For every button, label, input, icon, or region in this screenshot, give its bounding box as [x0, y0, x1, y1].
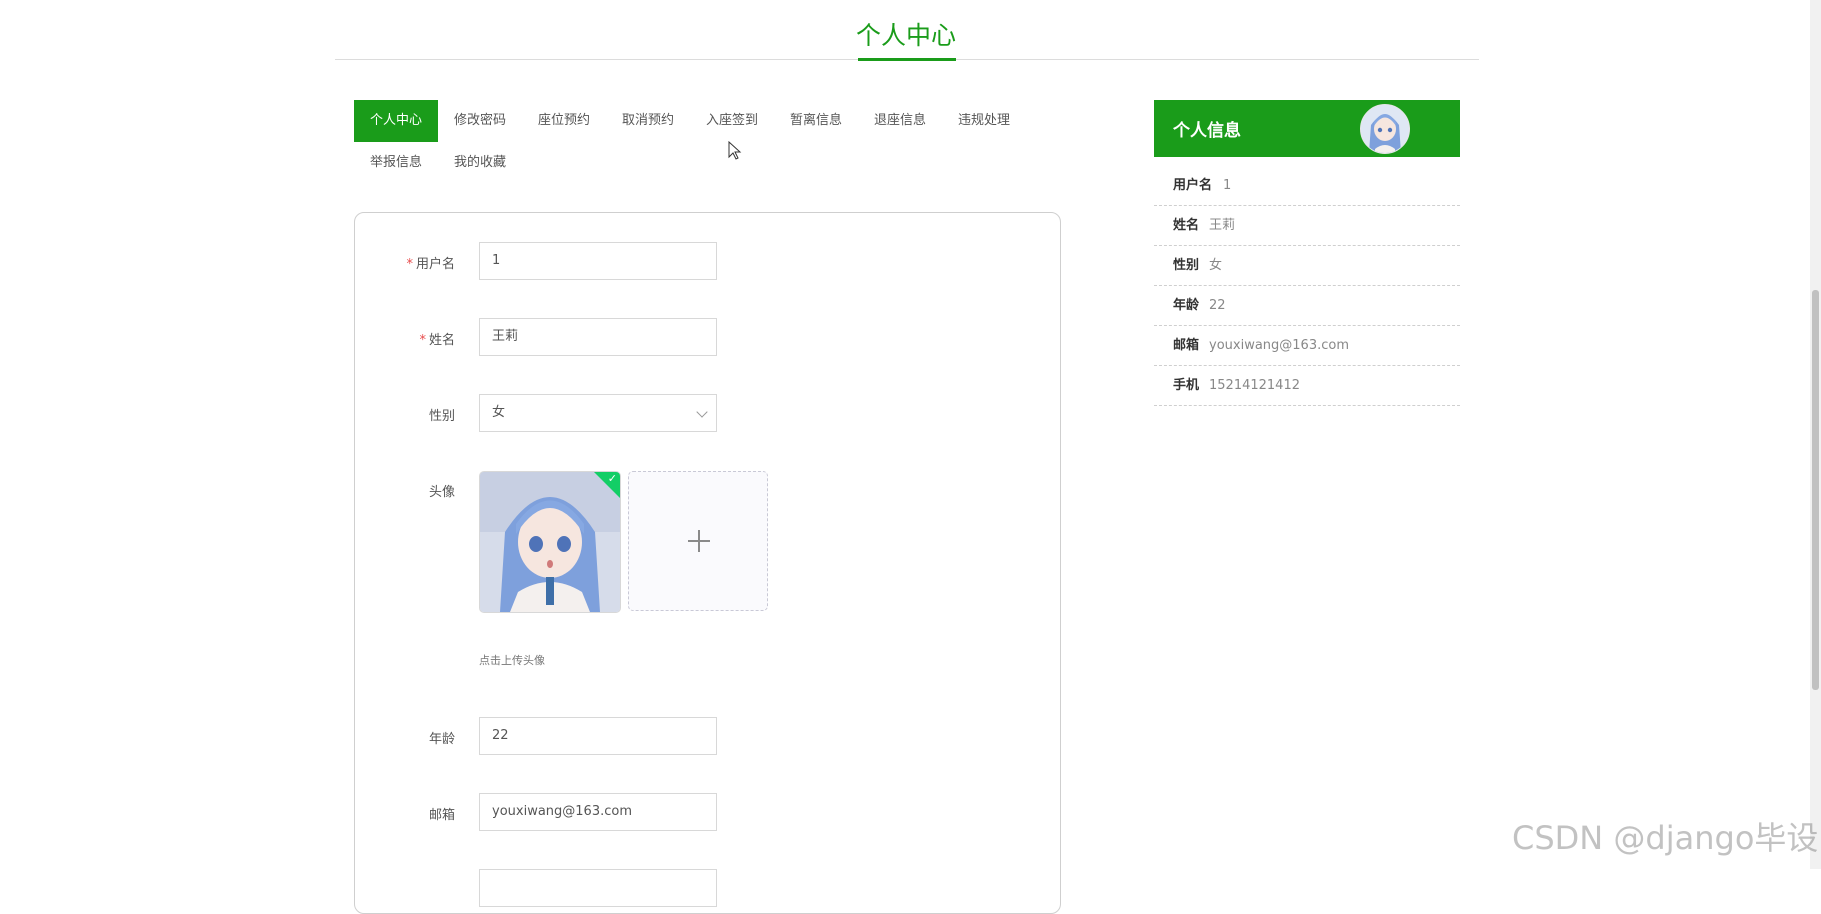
info-row-email: 邮箱 youxiwang@163.com: [1154, 326, 1460, 366]
tab-checkin[interactable]: 入座签到: [690, 100, 774, 142]
chevron-down-icon: [696, 406, 708, 418]
email-label: 邮箱: [428, 808, 455, 823]
check-icon: ✓: [607, 472, 617, 485]
age-input[interactable]: 22: [479, 717, 717, 755]
info-row-phone: 手机 15214121412: [1154, 366, 1460, 406]
info-key: 邮箱: [1173, 338, 1200, 353]
gender-selected-value: 女: [492, 405, 506, 420]
gender-select[interactable]: 女: [479, 394, 717, 432]
info-key: 手机: [1173, 378, 1200, 393]
mouse-cursor-icon: [728, 141, 742, 160]
next-field-input[interactable]: [479, 869, 717, 907]
required-marker: *: [406, 257, 413, 272]
info-value: 王莉: [1209, 218, 1236, 233]
tab-personal-center[interactable]: 个人中心: [354, 100, 438, 142]
info-key: 年龄: [1173, 298, 1200, 313]
info-key: 姓名: [1173, 218, 1200, 233]
avatar-upload-button[interactable]: [628, 471, 768, 611]
tab-violations[interactable]: 违规处理: [942, 100, 1026, 142]
info-value: 女: [1209, 258, 1223, 273]
email-input[interactable]: youxiwang@163.com: [479, 793, 717, 831]
age-label: 年龄: [428, 732, 455, 747]
plus-icon: [698, 530, 700, 552]
tab-favorites[interactable]: 我的收藏: [438, 142, 522, 184]
info-row-name: 姓名 王莉: [1154, 206, 1460, 246]
name-input[interactable]: 王莉: [479, 318, 717, 356]
tab-temporary-leave[interactable]: 暂离信息: [774, 100, 858, 142]
name-label: * 姓名: [419, 333, 455, 348]
username-input[interactable]: 1: [479, 242, 717, 280]
info-key: 用户名: [1173, 178, 1213, 193]
tab-change-password[interactable]: 修改密码: [438, 100, 522, 142]
info-value: youxiwang@163.com: [1209, 338, 1349, 353]
info-row-username: 用户名 1: [1154, 166, 1460, 206]
title-accent-underline: [858, 58, 956, 61]
tab-seat-reservation[interactable]: 座位预约: [522, 100, 606, 142]
tab-cancel-reservation[interactable]: 取消预约: [606, 100, 690, 142]
scrollbar-thumb[interactable]: [1812, 290, 1819, 690]
info-row-gender: 性别 女: [1154, 246, 1460, 286]
avatar-label: 头像: [428, 485, 455, 500]
info-value: 22: [1209, 298, 1226, 313]
info-key: 性别: [1173, 258, 1200, 273]
page-title: 个人中心: [855, 21, 956, 50]
info-value: 15214121412: [1209, 378, 1300, 393]
info-value: 1: [1223, 178, 1232, 193]
avatar-upload-hint[interactable]: 点击上传头像: [479, 652, 545, 668]
required-marker: *: [419, 333, 426, 348]
avatar: [1360, 104, 1410, 154]
profile-form: * 用户名 1 * 姓名 王莉 性别 女 头像 ✓ 点击上传头像 年龄 22 邮箱 …: [354, 212, 1061, 914]
gender-label: 性别: [428, 409, 455, 424]
tab-reports[interactable]: 举报信息: [354, 142, 438, 184]
info-panel-header: 个人信息: [1154, 100, 1460, 157]
info-row-age: 年龄 22: [1154, 286, 1460, 326]
info-panel-title: 个人信息: [1173, 121, 1241, 141]
username-label: * 用户名: [406, 257, 455, 272]
avatar-preview[interactable]: ✓: [479, 471, 621, 613]
tab-seat-release[interactable]: 退座信息: [858, 100, 942, 142]
watermark: CSDN @django毕设: [1512, 819, 1819, 857]
anime-avatar-thumbnail: [1361, 105, 1409, 153]
